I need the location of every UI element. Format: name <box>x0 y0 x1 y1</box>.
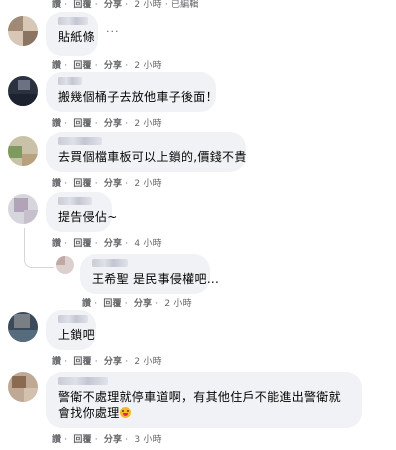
author-name[interactable] <box>58 17 88 25</box>
like-button[interactable]: 讚 <box>52 432 61 445</box>
reply-button[interactable]: 回覆 <box>103 296 121 309</box>
comment-actions: 讚 · 回覆 · 分享 · 4 小時 <box>52 236 162 249</box>
comment-time[interactable]: 2 小時 <box>134 176 161 189</box>
more-options-icon[interactable]: ··· <box>106 25 120 38</box>
comment-time[interactable]: 2 小時 <box>134 354 161 367</box>
comment-actions: 讚 · 回覆 · 分享 · 3 小時 <box>52 432 162 445</box>
share-button[interactable]: 分享 <box>104 176 122 189</box>
comment-bubble: 貼紙條 <box>46 12 98 56</box>
reply-button[interactable]: 回覆 <box>73 176 91 189</box>
comment-bubble: 搬幾個桶子去放他車子後面！ <box>46 72 218 112</box>
comment-actions: 讚 · 回覆 · 分享 · 2 小時 <box>82 296 192 309</box>
comment-actions: 讚 · 回覆 · 分享 · 2 小時 <box>52 176 162 189</box>
comment-actions: 讚 · 回覆 · 分享 · 2 小時 <box>52 354 162 367</box>
comment-text: 貼紙條 <box>58 30 95 44</box>
author-name[interactable] <box>92 259 128 267</box>
comment-actions: 讚 · 回覆 · 分享 · 2 小時 <box>52 58 162 71</box>
reply-button[interactable]: 回覆 <box>73 0 91 10</box>
like-button[interactable]: 讚 <box>52 176 61 189</box>
reply-button[interactable]: 回覆 <box>73 432 91 445</box>
author-name[interactable] <box>58 377 108 385</box>
avatar[interactable] <box>8 136 38 166</box>
avatar[interactable] <box>56 256 74 274</box>
comment-time[interactable]: 2 小時 <box>134 116 161 129</box>
like-button[interactable]: 讚 <box>52 116 61 129</box>
reply-button[interactable]: 回覆 <box>73 354 91 367</box>
comment-actions: 讚 · 回覆 · 分享 · 2 小時 <box>52 116 162 129</box>
comment-bubble: 提告侵佔~ <box>46 192 118 232</box>
comment-text: 王希聖 是民事侵權吧... <box>92 272 220 286</box>
comment-time[interactable]: 2 小時 <box>134 0 161 10</box>
comment-bubble: 去買個檔車板可以上鎖的,價錢不貴 <box>46 132 246 172</box>
comment-time[interactable]: 3 小時 <box>134 432 161 445</box>
edited-label: · 已編輯 <box>164 0 199 10</box>
share-button[interactable]: 分享 <box>104 354 122 367</box>
share-button[interactable]: 分享 <box>134 296 152 309</box>
author-name[interactable] <box>58 137 102 145</box>
comment-time[interactable]: 4 小時 <box>134 236 161 249</box>
comment-bubble: 警衛不處理就停車道啊，有其他住戶不能進出警衛就會找你處理 <box>46 372 362 428</box>
like-button[interactable]: 讚 <box>52 354 61 367</box>
comment-text: 警衛不處理就停車道啊，有其他住戶不能進出警衛就會找你處理 <box>58 390 341 420</box>
reply-button[interactable]: 回覆 <box>73 58 91 71</box>
comment-time[interactable]: 2 小時 <box>134 58 161 71</box>
comment-actions: 讚 · 回覆 · 分享 · 2 小時 · 已編輯 <box>52 0 199 10</box>
comment-bubble: 王希聖 是民事侵權吧... <box>80 254 220 294</box>
avatar[interactable] <box>8 194 38 224</box>
share-button[interactable]: 分享 <box>104 0 122 10</box>
author-name[interactable] <box>58 77 82 85</box>
reply-button[interactable]: 回覆 <box>73 236 91 249</box>
avatar[interactable] <box>8 372 38 402</box>
comment-text: 搬幾個桶子去放他車子後面！ <box>58 90 218 104</box>
share-button[interactable]: 分享 <box>104 58 122 71</box>
reply-thread-line <box>24 228 54 268</box>
comment-bubble: 上鎖吧 <box>46 310 96 350</box>
author-name[interactable] <box>58 197 92 205</box>
comment-text: 去買個檔車板可以上鎖的,價錢不貴 <box>58 150 247 164</box>
like-button[interactable]: 讚 <box>52 0 61 10</box>
like-button[interactable]: 讚 <box>52 58 61 71</box>
grinning-face-with-tongue-icon <box>119 407 131 418</box>
reply-button[interactable]: 回覆 <box>73 116 91 129</box>
share-button[interactable]: 分享 <box>104 432 122 445</box>
author-name[interactable] <box>58 315 88 323</box>
comment-time[interactable]: 2 小時 <box>164 296 191 309</box>
avatar[interactable] <box>8 76 38 106</box>
avatar[interactable] <box>8 312 38 342</box>
share-button[interactable]: 分享 <box>104 236 122 249</box>
avatar[interactable] <box>8 16 38 46</box>
like-button[interactable]: 讚 <box>82 296 91 309</box>
comment-text-wrap: 警衛不處理就停車道啊，有其他住戶不能進出警衛就會找你處理 <box>58 389 352 421</box>
share-button[interactable]: 分享 <box>104 116 122 129</box>
comment-text: 提告侵佔~ <box>58 210 118 224</box>
comment-text: 上鎖吧 <box>58 328 95 342</box>
